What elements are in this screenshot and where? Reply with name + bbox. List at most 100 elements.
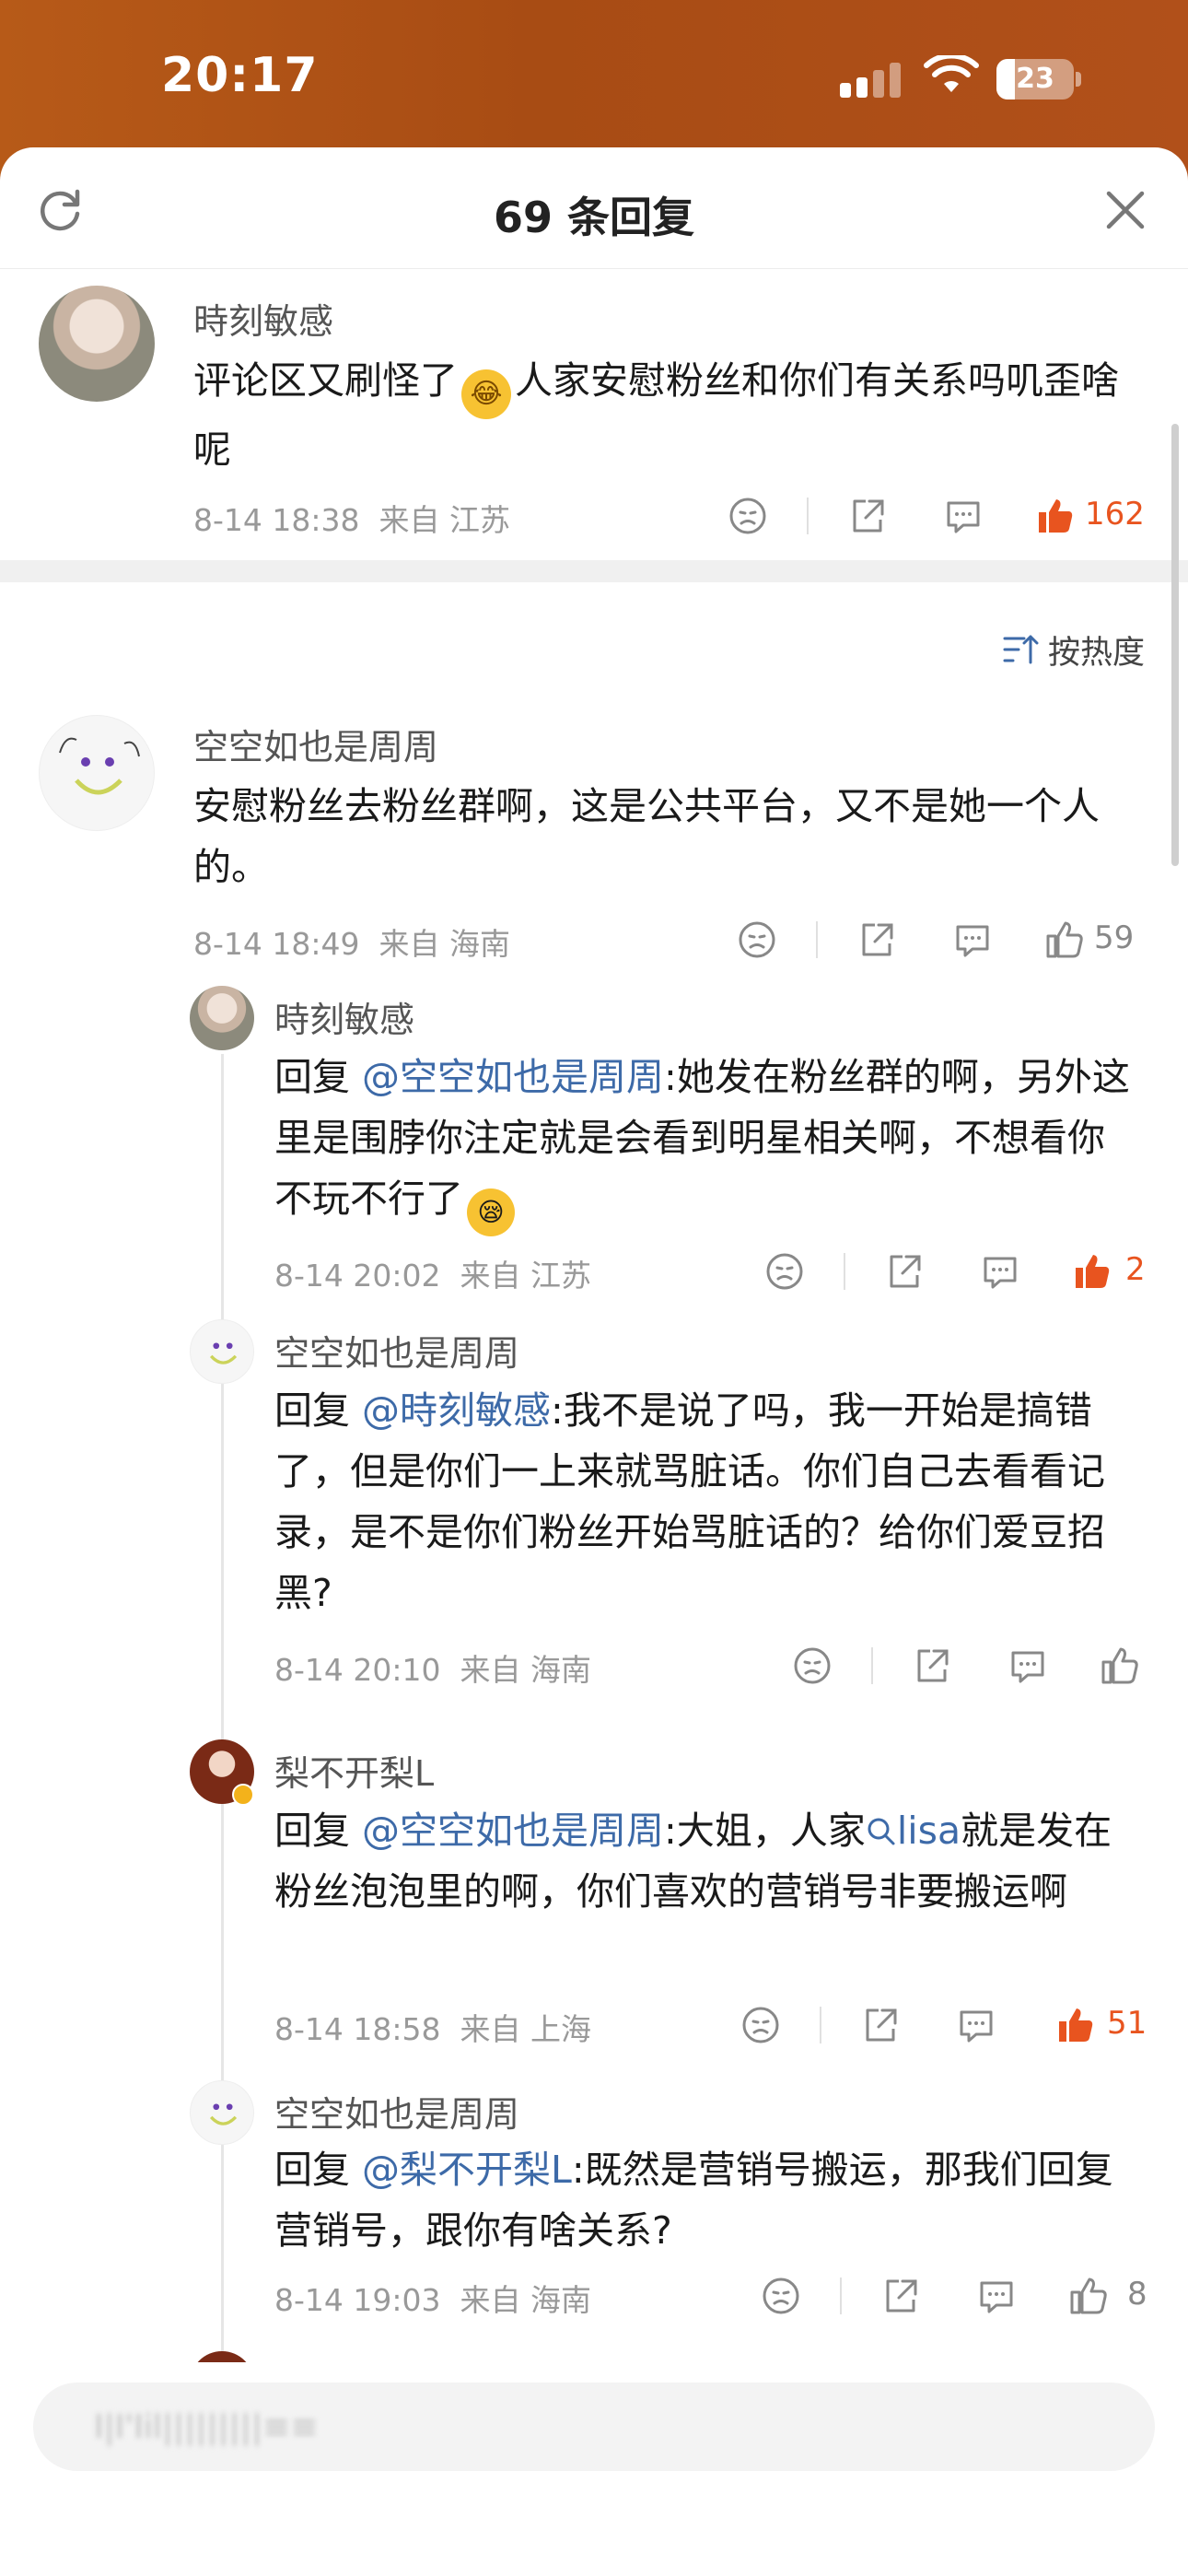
reply-user[interactable]: 空空如也是周周 xyxy=(274,2086,519,2137)
comment-icon[interactable] xyxy=(943,496,984,536)
reply-prefix: 回复 xyxy=(274,1055,363,1099)
root-comment-user[interactable]: 時刻敏感 xyxy=(193,293,333,344)
reply-time: 8-14 20:10 xyxy=(274,1652,441,1688)
comment-input-area: I|I'Iil|||||||||≡≡ xyxy=(0,2362,1188,2576)
dislike-icon[interactable] xyxy=(728,496,768,536)
comment-text: 安慰粉丝去粉丝群啊，这是公共平台，又不是她一个人的。 xyxy=(193,784,1100,889)
thread-line xyxy=(221,1054,224,2371)
sleepy-emoji: 😪 xyxy=(467,1188,515,1236)
root-comment-text-start: 评论区又刷怪了 xyxy=(193,358,458,403)
sort-icon xyxy=(1003,635,1039,664)
reply-user[interactable]: 梨不开梨L xyxy=(274,1745,434,1796)
status-bar: 20:17 23 xyxy=(0,0,1188,157)
share-icon[interactable] xyxy=(884,1251,925,1292)
dislike-icon[interactable] xyxy=(737,919,777,960)
like-icon[interactable] xyxy=(1055,2005,1096,2045)
share-icon[interactable] xyxy=(880,2276,921,2316)
verified-icon xyxy=(232,1784,254,1806)
reply-actions: 2 xyxy=(764,1244,1151,1299)
mention-link[interactable]: @空空如也是周周 xyxy=(362,1809,664,1853)
root-comment-actions: 162 xyxy=(728,488,1151,544)
share-icon[interactable] xyxy=(860,2005,901,2045)
reply-prefix: 回复 xyxy=(274,1809,363,1853)
like-icon[interactable] xyxy=(1100,1645,1140,1686)
search-icon xyxy=(868,1818,895,1845)
comment-user[interactable]: 空空如也是周周 xyxy=(193,719,438,769)
comment-icon[interactable] xyxy=(976,2276,1017,2316)
reply-actions: 51 xyxy=(740,1997,1155,2053)
like-icon[interactable] xyxy=(1044,919,1085,960)
battery-level: 23 xyxy=(1016,63,1054,95)
mention-link[interactable]: @時刻敏感 xyxy=(362,1388,551,1433)
reply-text: 回复 @空空如也是周周:大姐，人家 lisa就是发在粉丝泡泡里的啊，你们喜欢的营销… xyxy=(274,1800,1140,1922)
reply-meta: 8-14 18:58 来自 上海 xyxy=(274,2005,591,2049)
reply-time: 8-14 19:03 xyxy=(274,2282,441,2318)
comment-icon[interactable] xyxy=(952,919,993,960)
comment-actions: 59 xyxy=(737,912,1160,967)
share-icon[interactable] xyxy=(847,496,888,536)
comment-icon[interactable] xyxy=(980,1251,1020,1292)
avatar[interactable] xyxy=(190,2080,254,2145)
reply-prefix: 回复 xyxy=(274,2148,363,2192)
comment-icon[interactable] xyxy=(1007,1645,1048,1686)
laughing-emoji: 😂 xyxy=(461,369,511,419)
comment-meta: 8-14 18:49 来自 海南 xyxy=(193,919,510,964)
reply-text: 回复 @空空如也是周周:她发在粉丝群的啊，另外这里是围脖你注定就是会看到明星相关… xyxy=(274,1047,1140,1236)
section-divider xyxy=(0,560,1188,582)
comment-input[interactable]: I|I'Iil|||||||||≡≡ xyxy=(33,2383,1155,2471)
root-comment-text: 评论区又刷怪了 😂 人家安慰粉丝和你们有关系吗叽歪啥呢 xyxy=(193,350,1133,480)
comment-icon[interactable] xyxy=(956,2005,996,2045)
reply-location: 来自 海南 xyxy=(460,2282,591,2318)
sort-label: 按热度 xyxy=(1048,634,1146,672)
sheet-title: 69 条回复 xyxy=(493,193,695,242)
reply-location: 来自 上海 xyxy=(460,2011,591,2047)
comment-location: 来自 海南 xyxy=(379,926,510,962)
close-icon[interactable] xyxy=(1101,186,1149,234)
sort-button[interactable]: 按热度 xyxy=(1002,626,1145,673)
reply-body: :大姐，人家 xyxy=(664,1809,866,1853)
like-count: 2 xyxy=(1125,1251,1146,1288)
share-icon[interactable] xyxy=(856,919,897,960)
replies-sheet: 69 条回复 時刻敏感 评论区又刷怪了 😂 人家安慰粉丝和你们有关系吗叽歪啥呢 8-… xyxy=(0,147,1188,2576)
avatar[interactable] xyxy=(190,986,254,1050)
wifi-icon xyxy=(924,55,979,92)
reply-prefix: 回复 xyxy=(274,1388,363,1433)
reply-text: 回复 @時刻敏感:我不是说了吗，我一开始是搞错了，但是你们一上来就骂脏话。你们自… xyxy=(274,1380,1140,1623)
root-comment-meta: 8-14 18:38 来自 江苏 xyxy=(193,496,510,540)
comment-location: 来自 江苏 xyxy=(379,502,510,538)
comment-time: 8-14 18:38 xyxy=(193,502,360,538)
like-icon[interactable] xyxy=(1072,1251,1112,1292)
reply-text: 回复 @梨不开梨L:既然是营销号搬运，那我们回复营销号，跟你有啥关系? xyxy=(274,2139,1140,2261)
like-count: 162 xyxy=(1085,496,1145,533)
search-link[interactable]: lisa xyxy=(866,1809,961,1853)
reply-meta: 8-14 19:03 来自 海南 xyxy=(274,2276,591,2320)
battery-icon: 23 xyxy=(996,59,1081,100)
avatar[interactable] xyxy=(39,286,155,402)
reply-location: 来自 江苏 xyxy=(460,1258,591,1294)
dislike-icon[interactable] xyxy=(740,2005,781,2045)
comment-time: 8-14 18:49 xyxy=(193,926,360,962)
scrollbar[interactable] xyxy=(1171,424,1179,866)
like-count: 59 xyxy=(1094,919,1135,956)
share-icon[interactable] xyxy=(912,1645,952,1686)
signal-icon xyxy=(840,63,901,98)
avatar[interactable] xyxy=(190,1319,254,1384)
reply-time: 8-14 20:02 xyxy=(274,1258,441,1294)
reply-actions xyxy=(792,1638,1160,1693)
reply-location: 来自 海南 xyxy=(460,1652,591,1688)
like-icon[interactable] xyxy=(1068,2276,1109,2316)
reply-time: 8-14 18:58 xyxy=(274,2011,441,2047)
mention-link[interactable]: @梨不开梨L xyxy=(362,2148,572,2192)
dislike-icon[interactable] xyxy=(761,2276,801,2316)
reply-user[interactable]: 時刻敏感 xyxy=(274,991,414,1042)
mention-link[interactable]: @空空如也是周周 xyxy=(362,1055,664,1099)
avatar[interactable] xyxy=(39,715,155,831)
like-icon[interactable] xyxy=(1035,496,1076,536)
reply-meta: 8-14 20:10 来自 海南 xyxy=(274,1645,591,1690)
reply-actions: 8 xyxy=(761,2268,1157,2324)
input-placeholder: I|I'Iil|||||||||≡≡ xyxy=(94,2408,319,2446)
reply-user[interactable]: 空空如也是周周 xyxy=(274,1325,519,1376)
dislike-icon[interactable] xyxy=(792,1645,833,1686)
status-time: 20:17 xyxy=(161,48,319,103)
dislike-icon[interactable] xyxy=(764,1251,805,1292)
